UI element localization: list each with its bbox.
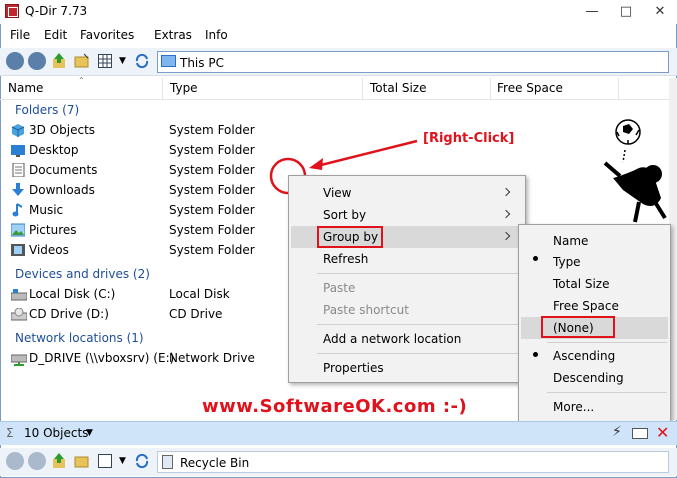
submenu-item-more[interactable]: More... <box>553 400 594 414</box>
back-icon[interactable] <box>6 52 24 70</box>
address-bar-secondary[interactable]: Recycle Bin <box>157 451 669 473</box>
view-grid-icon[interactable] <box>98 54 112 68</box>
mail-icon[interactable] <box>632 428 648 439</box>
documents-icon <box>12 162 26 178</box>
submenu-item-free-space[interactable]: Free Space <box>553 299 619 313</box>
address-bar[interactable]: This PC <box>157 51 669 73</box>
group-devices[interactable]: Devices and drives (2) <box>15 267 150 281</box>
address-path-secondary: Recycle Bin <box>180 456 250 470</box>
radio-bullet-icon <box>533 256 538 261</box>
close-pane-icon[interactable]: ✕ <box>656 423 669 442</box>
menu-item-sort-by[interactable]: Sort by <box>323 208 366 222</box>
desktop-icon <box>11 144 25 158</box>
column-free-space[interactable]: Free Space <box>497 81 563 95</box>
menu-separator <box>317 353 521 354</box>
lightning-icon[interactable]: ⚡ <box>612 424 622 440</box>
forward-icon[interactable] <box>28 452 46 470</box>
new-folder-icon[interactable] <box>74 53 90 69</box>
list-item[interactable]: Downloads System Folder <box>0 183 290 203</box>
list-item[interactable]: Documents System Folder <box>0 162 290 183</box>
column-name[interactable]: Name <box>8 81 43 95</box>
menu-item-paste-shortcut: Paste shortcut <box>323 303 409 317</box>
window-title: Q-Dir 7.73 <box>25 4 88 18</box>
submenu-item-total-size[interactable]: Total Size <box>553 277 609 291</box>
context-menu: View Sort by Group by Refresh Paste Past… <box>288 175 526 383</box>
pictures-icon <box>10 223 26 237</box>
watermark-text: www.SoftwareOK.com :-) <box>202 396 468 417</box>
list-item[interactable]: Music System Folder <box>0 203 290 223</box>
computer-icon <box>161 55 176 67</box>
menu-separator <box>317 273 521 274</box>
minimize-button[interactable]: — <box>575 0 609 24</box>
group-by-submenu: Name Type Total Size Free Space (None) A… <box>518 224 671 422</box>
menu-bar: File Edit Favorites Extras Info <box>0 25 677 46</box>
submenu-item-name[interactable]: Name <box>553 234 588 248</box>
music-icon <box>12 203 26 217</box>
column-type[interactable]: Type <box>170 81 198 95</box>
column-header: Name ⌃ Type Total Size Free Space <box>0 76 669 100</box>
menu-info[interactable]: Info <box>205 28 228 42</box>
radio-bullet-icon <box>533 352 538 357</box>
list-item[interactable]: CD Drive (D:) CD Drive <box>0 307 290 327</box>
menu-edit[interactable]: Edit <box>44 28 67 42</box>
soccer-figure-illustration <box>603 119 667 223</box>
3d-objects-icon <box>11 123 25 137</box>
maximize-button[interactable]: □ <box>609 0 643 24</box>
object-count: 10 Objects <box>24 426 89 440</box>
menu-item-paste: Paste <box>323 281 356 295</box>
sort-up-icon: ⌃ <box>78 76 85 85</box>
list-item[interactable]: Desktop System Folder <box>0 143 290 163</box>
view-grid-icon[interactable] <box>98 454 112 468</box>
close-button[interactable]: ✕ <box>643 0 677 24</box>
column-total-size[interactable]: Total Size <box>370 81 426 95</box>
group-network[interactable]: Network locations (1) <box>15 331 144 345</box>
view-dropdown-icon[interactable]: ▼ <box>119 56 126 66</box>
local-disk-icon <box>10 288 28 302</box>
menu-item-properties[interactable]: Properties <box>323 361 384 375</box>
refresh-icon[interactable] <box>134 453 150 469</box>
group-folders[interactable]: Folders (7) <box>15 103 79 117</box>
menu-item-view[interactable]: View <box>323 186 351 200</box>
up-folder-icon[interactable] <box>52 53 66 69</box>
list-item[interactable]: Videos System Folder <box>0 243 290 263</box>
list-item[interactable]: 3D Objects System Folder <box>0 123 290 143</box>
address-path: This PC <box>180 56 224 70</box>
videos-icon <box>11 243 25 257</box>
menu-separator <box>547 392 667 393</box>
menu-separator <box>547 342 667 343</box>
menu-favorites[interactable]: Favorites <box>80 28 134 42</box>
cd-drive-icon <box>10 307 28 322</box>
menu-item-refresh[interactable]: Refresh <box>323 252 368 266</box>
status-bar: Σ 10 Objects ▼ ⚡ ✕ <box>0 421 677 445</box>
up-folder-icon[interactable] <box>52 453 66 469</box>
submenu-item-ascending[interactable]: Ascending <box>553 349 615 363</box>
refresh-icon[interactable] <box>134 53 150 69</box>
status-dropdown-icon[interactable]: ▼ <box>86 428 93 438</box>
list-item[interactable]: Local Disk (C:) Local Disk <box>0 287 290 307</box>
right-click-label: [Right-Click] <box>423 131 515 146</box>
submenu-item-type[interactable]: Type <box>553 255 581 269</box>
menu-separator <box>317 324 521 325</box>
app-icon <box>5 4 19 18</box>
view-dropdown-icon[interactable]: ▼ <box>119 456 126 466</box>
list-item[interactable]: Pictures System Folder <box>0 223 290 243</box>
back-icon[interactable] <box>6 452 24 470</box>
list-item[interactable]: D_DRIVE (\\vboxsrv) (E:) Network Drive <box>0 351 290 371</box>
downloads-icon <box>11 183 25 197</box>
submenu-item-descending[interactable]: Descending <box>553 371 624 385</box>
menu-extras[interactable]: Extras <box>154 28 192 42</box>
menu-item-group-by[interactable]: Group by <box>323 230 378 244</box>
chevron-right-icon <box>501 209 511 219</box>
menu-file[interactable]: File <box>10 28 30 42</box>
forward-icon[interactable] <box>28 52 46 70</box>
chevron-right-icon <box>501 187 511 197</box>
sigma-icon: Σ <box>6 426 14 440</box>
submenu-item-none[interactable]: (None) <box>553 321 594 335</box>
network-drive-icon <box>10 352 28 366</box>
recycle-bin-icon <box>162 455 173 469</box>
new-folder-icon[interactable] <box>74 453 90 469</box>
title-bar: Q-Dir 7.73 — □ ✕ <box>0 0 677 24</box>
menu-item-add-network-location[interactable]: Add a network location <box>323 332 461 346</box>
